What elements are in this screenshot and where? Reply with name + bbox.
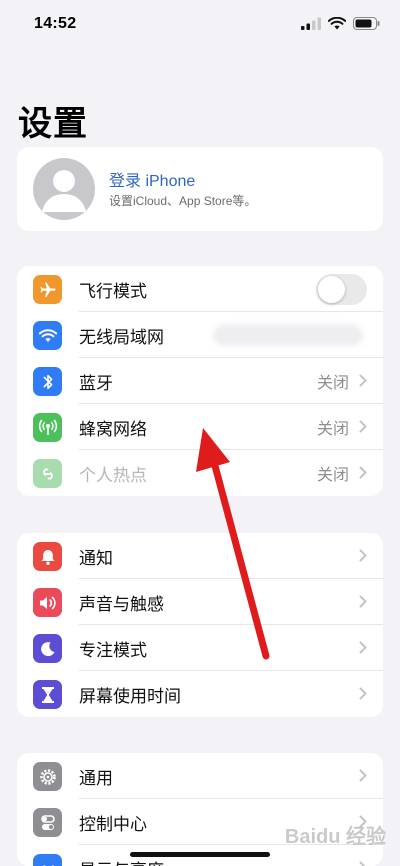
settings-item-label: 通用 — [79, 768, 113, 788]
settings-item-focus[interactable]: 专注模式 — [17, 625, 383, 671]
wifi-status-icon — [328, 17, 346, 30]
settings-item-notifications[interactable]: 通知 — [17, 533, 383, 579]
settings-item-screen-time[interactable]: 屏幕使用时间 — [17, 671, 383, 717]
moon-icon — [33, 634, 62, 663]
settings-item-sounds-haptics[interactable]: 声音与触感 — [17, 579, 383, 625]
settings-item-label: 通知 — [79, 548, 113, 568]
settings-item-label: 屏幕使用时间 — [79, 686, 181, 706]
hotspot-icon — [33, 459, 62, 488]
apple-id-sign-in[interactable]: 登录 iPhone 设置iCloud、App Store等。 — [17, 147, 383, 231]
settings-item-label: 蓝牙 — [79, 373, 113, 393]
chevron-right-icon — [359, 769, 367, 782]
gear-icon — [33, 762, 62, 791]
settings-item-personal-hotspot[interactable]: 个人热点 关闭 — [17, 450, 383, 496]
chevron-right-icon — [359, 687, 367, 700]
control-center-icon — [33, 808, 62, 837]
sound-icon — [33, 588, 62, 617]
settings-item-label: 飞行模式 — [79, 281, 147, 301]
sign-in-subtitle: 设置iCloud、App Store等。 — [109, 194, 257, 208]
settings-item-label: 专注模式 — [79, 640, 147, 660]
chevron-right-icon — [359, 420, 367, 433]
notification-icon — [33, 542, 62, 571]
hotspot-status: 关闭 — [316, 467, 349, 484]
settings-item-label: 控制中心 — [79, 814, 147, 834]
chevron-right-icon — [359, 861, 366, 866]
airplane-icon — [33, 275, 62, 304]
connectivity-group: 飞行模式 无线局域网 蓝牙 关闭 蜂窝网络 关闭 个人热点 关闭 — [17, 266, 383, 496]
notifications-group: 通知 声音与触感 专注模式 屏幕使用时间 — [17, 533, 383, 717]
svg-text:AA: AA — [40, 863, 57, 866]
bluetooth-status: 关闭 — [316, 375, 349, 392]
chevron-right-icon — [359, 595, 367, 608]
airplane-mode-toggle[interactable] — [316, 274, 367, 305]
avatar — [33, 158, 95, 220]
home-indicator[interactable] — [130, 852, 270, 857]
settings-item-label: 无线局域网 — [79, 327, 164, 347]
settings-item-bluetooth[interactable]: 蓝牙 关闭 — [17, 358, 383, 404]
settings-item-label: 个人热点 — [79, 465, 147, 485]
bluetooth-icon — [33, 367, 62, 396]
sign-in-label: 登录 iPhone — [109, 173, 196, 190]
cellular-status: 关闭 — [316, 421, 349, 438]
settings-item-general[interactable]: 通用 — [17, 753, 383, 799]
chevron-right-icon — [359, 466, 367, 479]
status-icons — [301, 17, 380, 30]
cellular-icon — [33, 413, 62, 442]
chevron-right-icon — [359, 374, 367, 387]
cellular-signal-icon — [301, 17, 321, 30]
settings-item-airplane-mode[interactable]: 飞行模式 — [17, 266, 383, 312]
wifi-icon — [33, 321, 62, 350]
page-title: 设置 — [18, 105, 88, 143]
chevron-right-icon — [359, 549, 367, 562]
toggle-knob — [318, 276, 345, 303]
general-group: 通用 控制中心 AA 显示与亮度 — [17, 753, 383, 866]
settings-item-cellular[interactable]: 蜂窝网络 关闭 — [17, 404, 383, 450]
status-bar: 14:52 — [0, 0, 400, 50]
settings-item-label: 声音与触感 — [79, 594, 164, 614]
status-time: 14:52 — [34, 15, 77, 32]
battery-icon — [353, 17, 380, 30]
watermark: Baidu 经验 — [284, 826, 386, 848]
settings-item-label: 显示与亮度 — [79, 856, 164, 866]
settings-item-label: 蜂窝网络 — [79, 419, 147, 439]
settings-item-wifi[interactable]: 无线局域网 — [17, 312, 383, 358]
display-icon: AA — [33, 854, 62, 866]
blurred-network-name — [213, 324, 363, 346]
chevron-right-icon — [359, 641, 367, 654]
hourglass-icon — [33, 680, 62, 709]
